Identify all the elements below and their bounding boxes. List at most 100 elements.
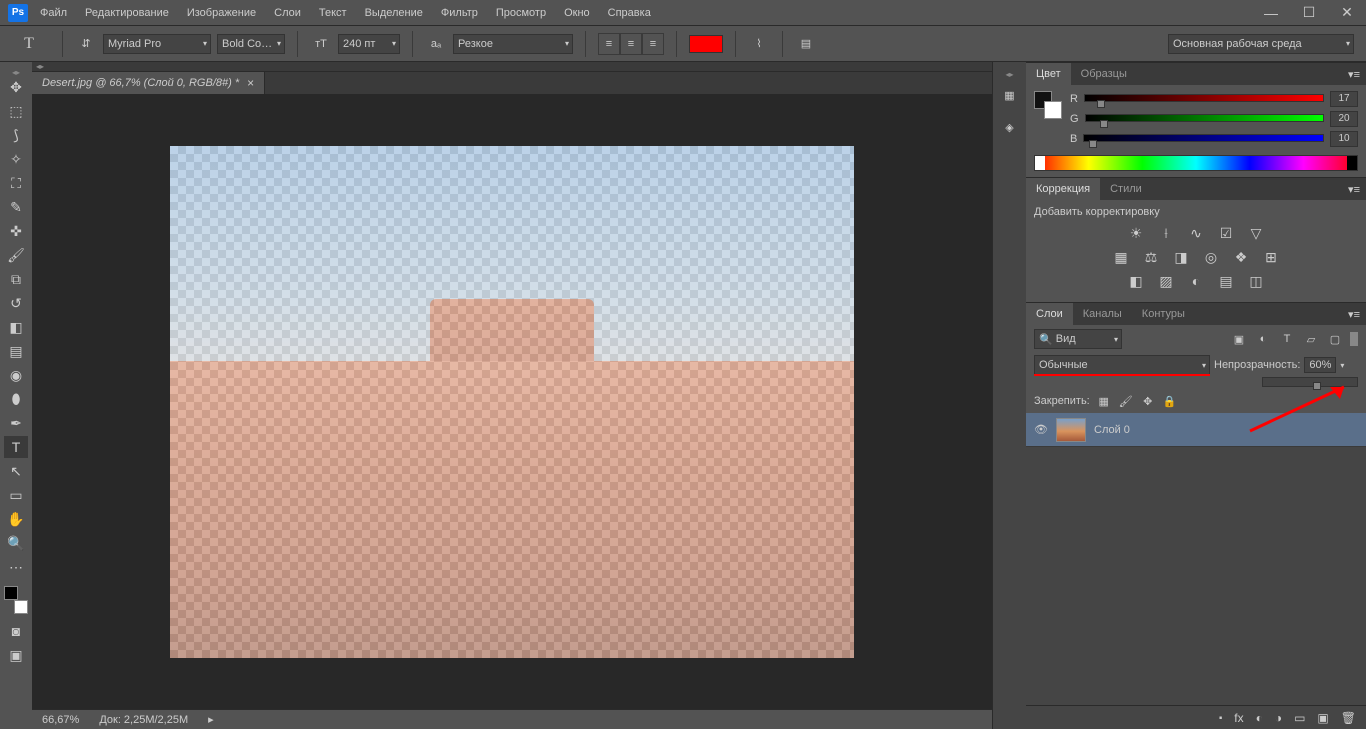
visibility-toggle-icon[interactable]: 👁: [1034, 423, 1048, 436]
screen-mode-button[interactable]: ▣: [4, 644, 28, 666]
rectangle-tool[interactable]: ▭: [4, 484, 28, 506]
warp-text-button[interactable]: ⌇: [748, 33, 770, 55]
magic-wand-tool[interactable]: ✧: [4, 148, 28, 170]
rectangular-marquee-tool[interactable]: ⬚: [4, 100, 28, 122]
color-swatch-pair[interactable]: [1034, 91, 1062, 119]
font-weight-dropdown[interactable]: Bold Co…: [217, 34, 285, 54]
filter-pixel-icon[interactable]: ▣: [1230, 330, 1248, 348]
opacity-slider-thumb[interactable]: [1313, 382, 1321, 390]
opacity-dropdown-arrow-icon[interactable]: ▾: [1340, 361, 1344, 370]
levels-icon[interactable]: ⟊: [1157, 224, 1175, 242]
minimize-button[interactable]: —: [1252, 2, 1290, 24]
history-panel-icon[interactable]: ▦: [997, 82, 1023, 108]
history-brush-tool[interactable]: ↺: [4, 292, 28, 314]
anti-alias-dropdown[interactable]: Резкое: [453, 34, 573, 54]
path-selection-tool[interactable]: ↖: [4, 460, 28, 482]
blend-mode-dropdown[interactable]: Обычные: [1034, 355, 1210, 375]
tab-swatches[interactable]: Образцы: [1071, 63, 1137, 85]
adjustment-layer-icon[interactable]: ◑: [1275, 711, 1282, 725]
properties-panel-icon[interactable]: ◈: [997, 114, 1023, 140]
grip-icon[interactable]: ◂▸: [993, 70, 1026, 78]
selective-color-icon[interactable]: ◫: [1247, 272, 1265, 290]
tab-adjustments[interactable]: Коррекция: [1026, 178, 1100, 200]
tab-color[interactable]: Цвет: [1026, 63, 1071, 85]
exposure-icon[interactable]: ☑: [1217, 224, 1235, 242]
dodge-tool[interactable]: ⬮: [4, 388, 28, 410]
lock-all-icon[interactable]: 🔒: [1162, 393, 1178, 409]
opacity-value[interactable]: 60%: [1304, 357, 1336, 373]
brightness-contrast-icon[interactable]: ☀: [1127, 224, 1145, 242]
foreground-background-colors[interactable]: [4, 586, 28, 614]
new-layer-icon[interactable]: ▣: [1317, 711, 1328, 725]
tab-channels[interactable]: Каналы: [1073, 303, 1132, 325]
gradient-map-icon[interactable]: ▤: [1217, 272, 1235, 290]
filter-shape-icon[interactable]: ▱: [1302, 330, 1320, 348]
status-zoom[interactable]: 66,67%: [42, 714, 79, 726]
close-button[interactable]: ✕: [1328, 2, 1366, 24]
brush-tool[interactable]: 🖌: [4, 244, 28, 266]
font-family-dropdown[interactable]: Myriad Pro: [103, 34, 211, 54]
move-tool[interactable]: ✥: [4, 76, 28, 98]
opacity-slider[interactable]: [1262, 377, 1358, 387]
character-panel-button[interactable]: ▤: [795, 33, 817, 55]
gradient-tool[interactable]: ▤: [4, 340, 28, 362]
delete-layer-icon[interactable]: 🗑: [1341, 711, 1356, 725]
blur-tool[interactable]: ◉: [4, 364, 28, 386]
layer-item[interactable]: 👁 Слой 0: [1026, 413, 1366, 447]
panel-menu-icon[interactable]: ▾≡: [1342, 63, 1366, 85]
align-center-button[interactable]: ≡: [620, 33, 642, 55]
b-slider[interactable]: [1083, 134, 1324, 144]
color-lookup-icon[interactable]: ⊞: [1262, 248, 1280, 266]
menu-help[interactable]: Справка: [608, 7, 651, 19]
filter-toggle[interactable]: [1350, 332, 1358, 346]
menu-file[interactable]: Файл: [40, 7, 67, 19]
b-value[interactable]: 10: [1330, 131, 1358, 147]
lasso-tool[interactable]: ⟆: [4, 124, 28, 146]
photo-filter-icon[interactable]: ◎: [1202, 248, 1220, 266]
vibrance-icon[interactable]: ▽: [1247, 224, 1265, 242]
black-white-icon[interactable]: ◨: [1172, 248, 1190, 266]
curves-icon[interactable]: ∿: [1187, 224, 1205, 242]
channel-mixer-icon[interactable]: ❖: [1232, 248, 1250, 266]
color-balance-icon[interactable]: ⚖: [1142, 248, 1160, 266]
hand-tool[interactable]: ✋: [4, 508, 28, 530]
g-slider[interactable]: [1085, 114, 1324, 124]
maximize-button[interactable]: ☐: [1290, 2, 1328, 24]
lock-pixels-icon[interactable]: 🖌: [1118, 393, 1134, 409]
clone-stamp-tool[interactable]: ⧉: [4, 268, 28, 290]
pen-tool[interactable]: ✒: [4, 412, 28, 434]
canvas-viewport[interactable]: [32, 94, 992, 709]
layer-group-icon[interactable]: ▭: [1294, 711, 1305, 725]
edit-toolbar-button[interactable]: ⋯: [4, 556, 28, 578]
font-size-dropdown[interactable]: 240 пт: [338, 34, 400, 54]
posterize-icon[interactable]: ▨: [1157, 272, 1175, 290]
layer-thumbnail[interactable]: [1056, 418, 1086, 442]
close-tab-icon[interactable]: ×: [247, 76, 254, 90]
layer-mask-icon[interactable]: ◐: [1256, 711, 1263, 725]
zoom-tool[interactable]: 🔍: [4, 532, 28, 554]
panel-menu-icon[interactable]: ▾≡: [1342, 303, 1366, 325]
eraser-tool[interactable]: ◧: [4, 316, 28, 338]
menu-select[interactable]: Выделение: [365, 7, 423, 19]
filter-type-icon[interactable]: T: [1278, 330, 1296, 348]
spot-healing-tool[interactable]: ✜: [4, 220, 28, 242]
foreground-color[interactable]: [4, 586, 18, 600]
type-tool[interactable]: T: [4, 436, 28, 458]
canvas[interactable]: [170, 146, 854, 658]
lock-transparency-icon[interactable]: ▦: [1096, 393, 1112, 409]
filter-smart-icon[interactable]: ▢: [1326, 330, 1344, 348]
crop-tool[interactable]: ⛶: [4, 172, 28, 194]
menu-window[interactable]: Окно: [564, 7, 590, 19]
menu-view[interactable]: Просмотр: [496, 7, 546, 19]
layer-fx-icon[interactable]: fx: [1234, 711, 1243, 725]
menu-filter[interactable]: Фильтр: [441, 7, 478, 19]
eyedropper-tool[interactable]: ✎: [4, 196, 28, 218]
tab-paths[interactable]: Контуры: [1132, 303, 1195, 325]
align-right-button[interactable]: ≡: [642, 33, 664, 55]
grip-icon[interactable]: ◂▸: [0, 68, 32, 76]
menu-layer[interactable]: Слои: [274, 7, 301, 19]
color-ramp[interactable]: [1034, 155, 1358, 171]
menu-edit[interactable]: Редактирование: [85, 7, 169, 19]
current-tool-icon[interactable]: T: [20, 35, 38, 53]
threshold-icon[interactable]: ◐: [1187, 272, 1205, 290]
